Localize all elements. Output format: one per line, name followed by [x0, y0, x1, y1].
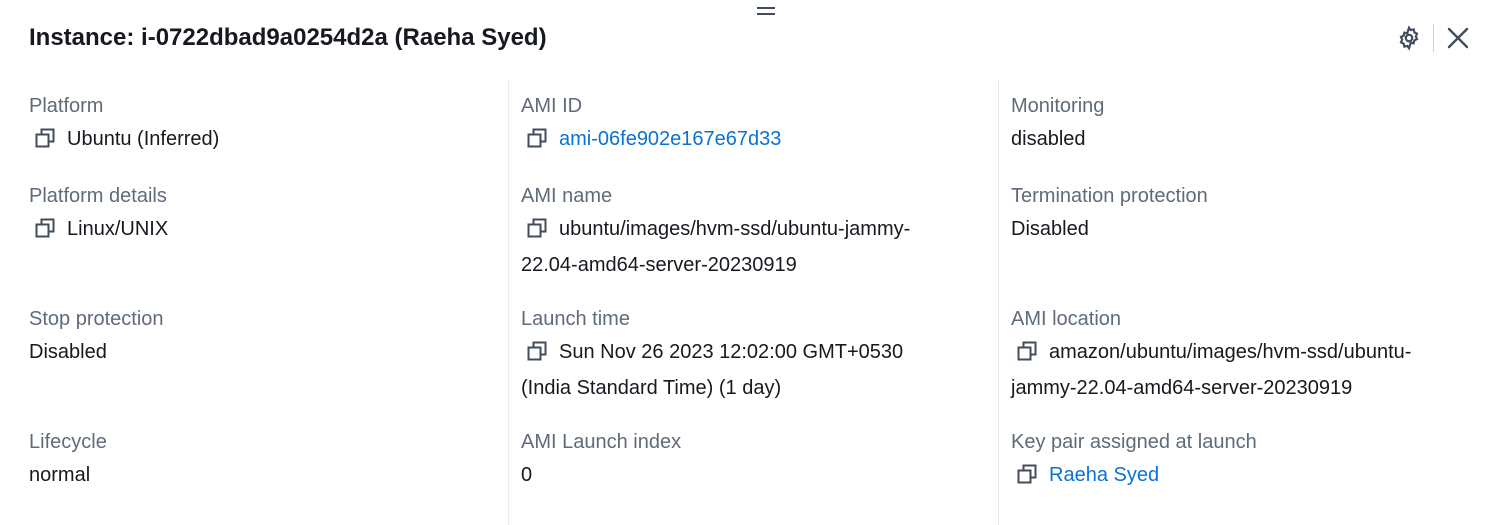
field-label: AMI ID	[521, 95, 583, 117]
ami-id-link[interactable]: ami-06fe902e167e67d33	[559, 128, 781, 150]
field-launch-time: Launch time Sun Nov 26 2023 12:02:00 GMT…	[521, 308, 991, 405]
field-ami-location: AMI location amazon/ubuntu/images/hvm-ss…	[1011, 308, 1491, 405]
ami-name-value-line1: ubuntu/images/hvm-ssd/ubuntu-jammy-	[559, 218, 911, 240]
field-value: amazon/ubuntu/images/hvm-ssd/ubuntu- jam…	[1011, 336, 1491, 405]
field-label: Key pair assigned at launch	[1011, 431, 1257, 453]
launch-time-value-line1: Sun Nov 26 2023 12:02:00 GMT+0530	[559, 341, 904, 363]
details-column-2: AMI ID ami-06fe902e167e67d33 AMI name ub…	[508, 80, 991, 525]
copy-icon[interactable]	[527, 216, 547, 249]
field-ami-name: AMI name ubuntu/images/hvm-ssd/ubuntu-ja…	[521, 185, 991, 282]
field-platform: Platform Ubuntu (Inferred)	[29, 95, 489, 159]
field-label: Stop protection	[29, 308, 164, 330]
termination-protection-value: Disabled	[1011, 218, 1089, 240]
launch-time-value-line2: (India Standard Time) (1 day)	[521, 377, 782, 399]
field-label: Launch time	[521, 308, 630, 330]
field-ami-id: AMI ID ami-06fe902e167e67d33	[521, 95, 991, 159]
field-value: ubuntu/images/hvm-ssd/ubuntu-jammy- 22.0…	[521, 213, 991, 282]
key-pair-link[interactable]: Raeha Syed	[1049, 464, 1159, 486]
instance-details-panel: Instance: i-0722dbad9a0254d2a (Raeha Sye…	[0, 0, 1508, 525]
lifecycle-value: normal	[29, 464, 91, 486]
platform-value: Ubuntu (Inferred)	[67, 128, 220, 150]
field-ami-launch-index: AMI Launch index 0	[521, 431, 991, 492]
ami-location-value-line1: amazon/ubuntu/images/hvm-ssd/ubuntu-	[1049, 341, 1412, 363]
copy-icon[interactable]	[35, 216, 55, 249]
field-value: Ubuntu (Inferred)	[29, 123, 489, 159]
copy-icon[interactable]	[527, 339, 547, 372]
details-column-3: Monitoring disabled Termination protecti…	[998, 80, 1491, 525]
monitoring-value: disabled	[1011, 128, 1086, 150]
details-column-1: Platform Ubuntu (Inferred) Platform deta…	[29, 80, 489, 525]
gear-icon	[1399, 25, 1419, 51]
ami-location-value-line2: jammy-22.04-amd64-server-20230919	[1011, 377, 1353, 399]
field-value: ami-06fe902e167e67d33	[521, 123, 991, 159]
field-label: Monitoring	[1011, 95, 1105, 117]
header-divider	[1433, 24, 1434, 52]
field-monitoring: Monitoring disabled	[1011, 95, 1491, 156]
field-label: AMI location	[1011, 308, 1122, 330]
field-label: Termination protection	[1011, 185, 1208, 207]
field-label: Platform	[29, 95, 104, 117]
field-label: Lifecycle	[29, 431, 107, 453]
stop-protection-value: Disabled	[29, 341, 107, 363]
copy-icon[interactable]	[527, 126, 547, 159]
copy-icon[interactable]	[1017, 339, 1037, 372]
settings-button[interactable]	[1395, 24, 1423, 52]
field-lifecycle: Lifecycle normal	[29, 431, 489, 492]
ami-name-value-line2: 22.04-amd64-server-20230919	[521, 254, 797, 276]
field-platform-details: Platform details Linux/UNIX	[29, 185, 489, 249]
field-termination-protection: Termination protection Disabled	[1011, 185, 1491, 246]
close-icon	[1447, 27, 1469, 49]
field-stop-protection: Stop protection Disabled	[29, 308, 489, 369]
ami-launch-index-value: 0	[521, 464, 533, 486]
field-value: Linux/UNIX	[29, 213, 489, 249]
drag-handle-icon[interactable]	[757, 7, 775, 17]
field-label: AMI name	[521, 185, 613, 207]
field-label: AMI Launch index	[521, 431, 682, 453]
field-key-pair: Key pair assigned at launch Raeha Syed	[1011, 431, 1491, 495]
copy-icon[interactable]	[35, 126, 55, 159]
field-value: Raeha Syed	[1011, 459, 1491, 495]
close-button[interactable]	[1444, 24, 1472, 52]
header-actions	[1395, 24, 1472, 52]
copy-icon[interactable]	[1017, 462, 1037, 495]
field-value: Sun Nov 26 2023 12:02:00 GMT+0530 (India…	[521, 336, 991, 405]
platform-details-value: Linux/UNIX	[67, 218, 169, 240]
field-label: Platform details	[29, 185, 167, 207]
page-title: Instance: i-0722dbad9a0254d2a (Raeha Sye…	[29, 24, 547, 51]
